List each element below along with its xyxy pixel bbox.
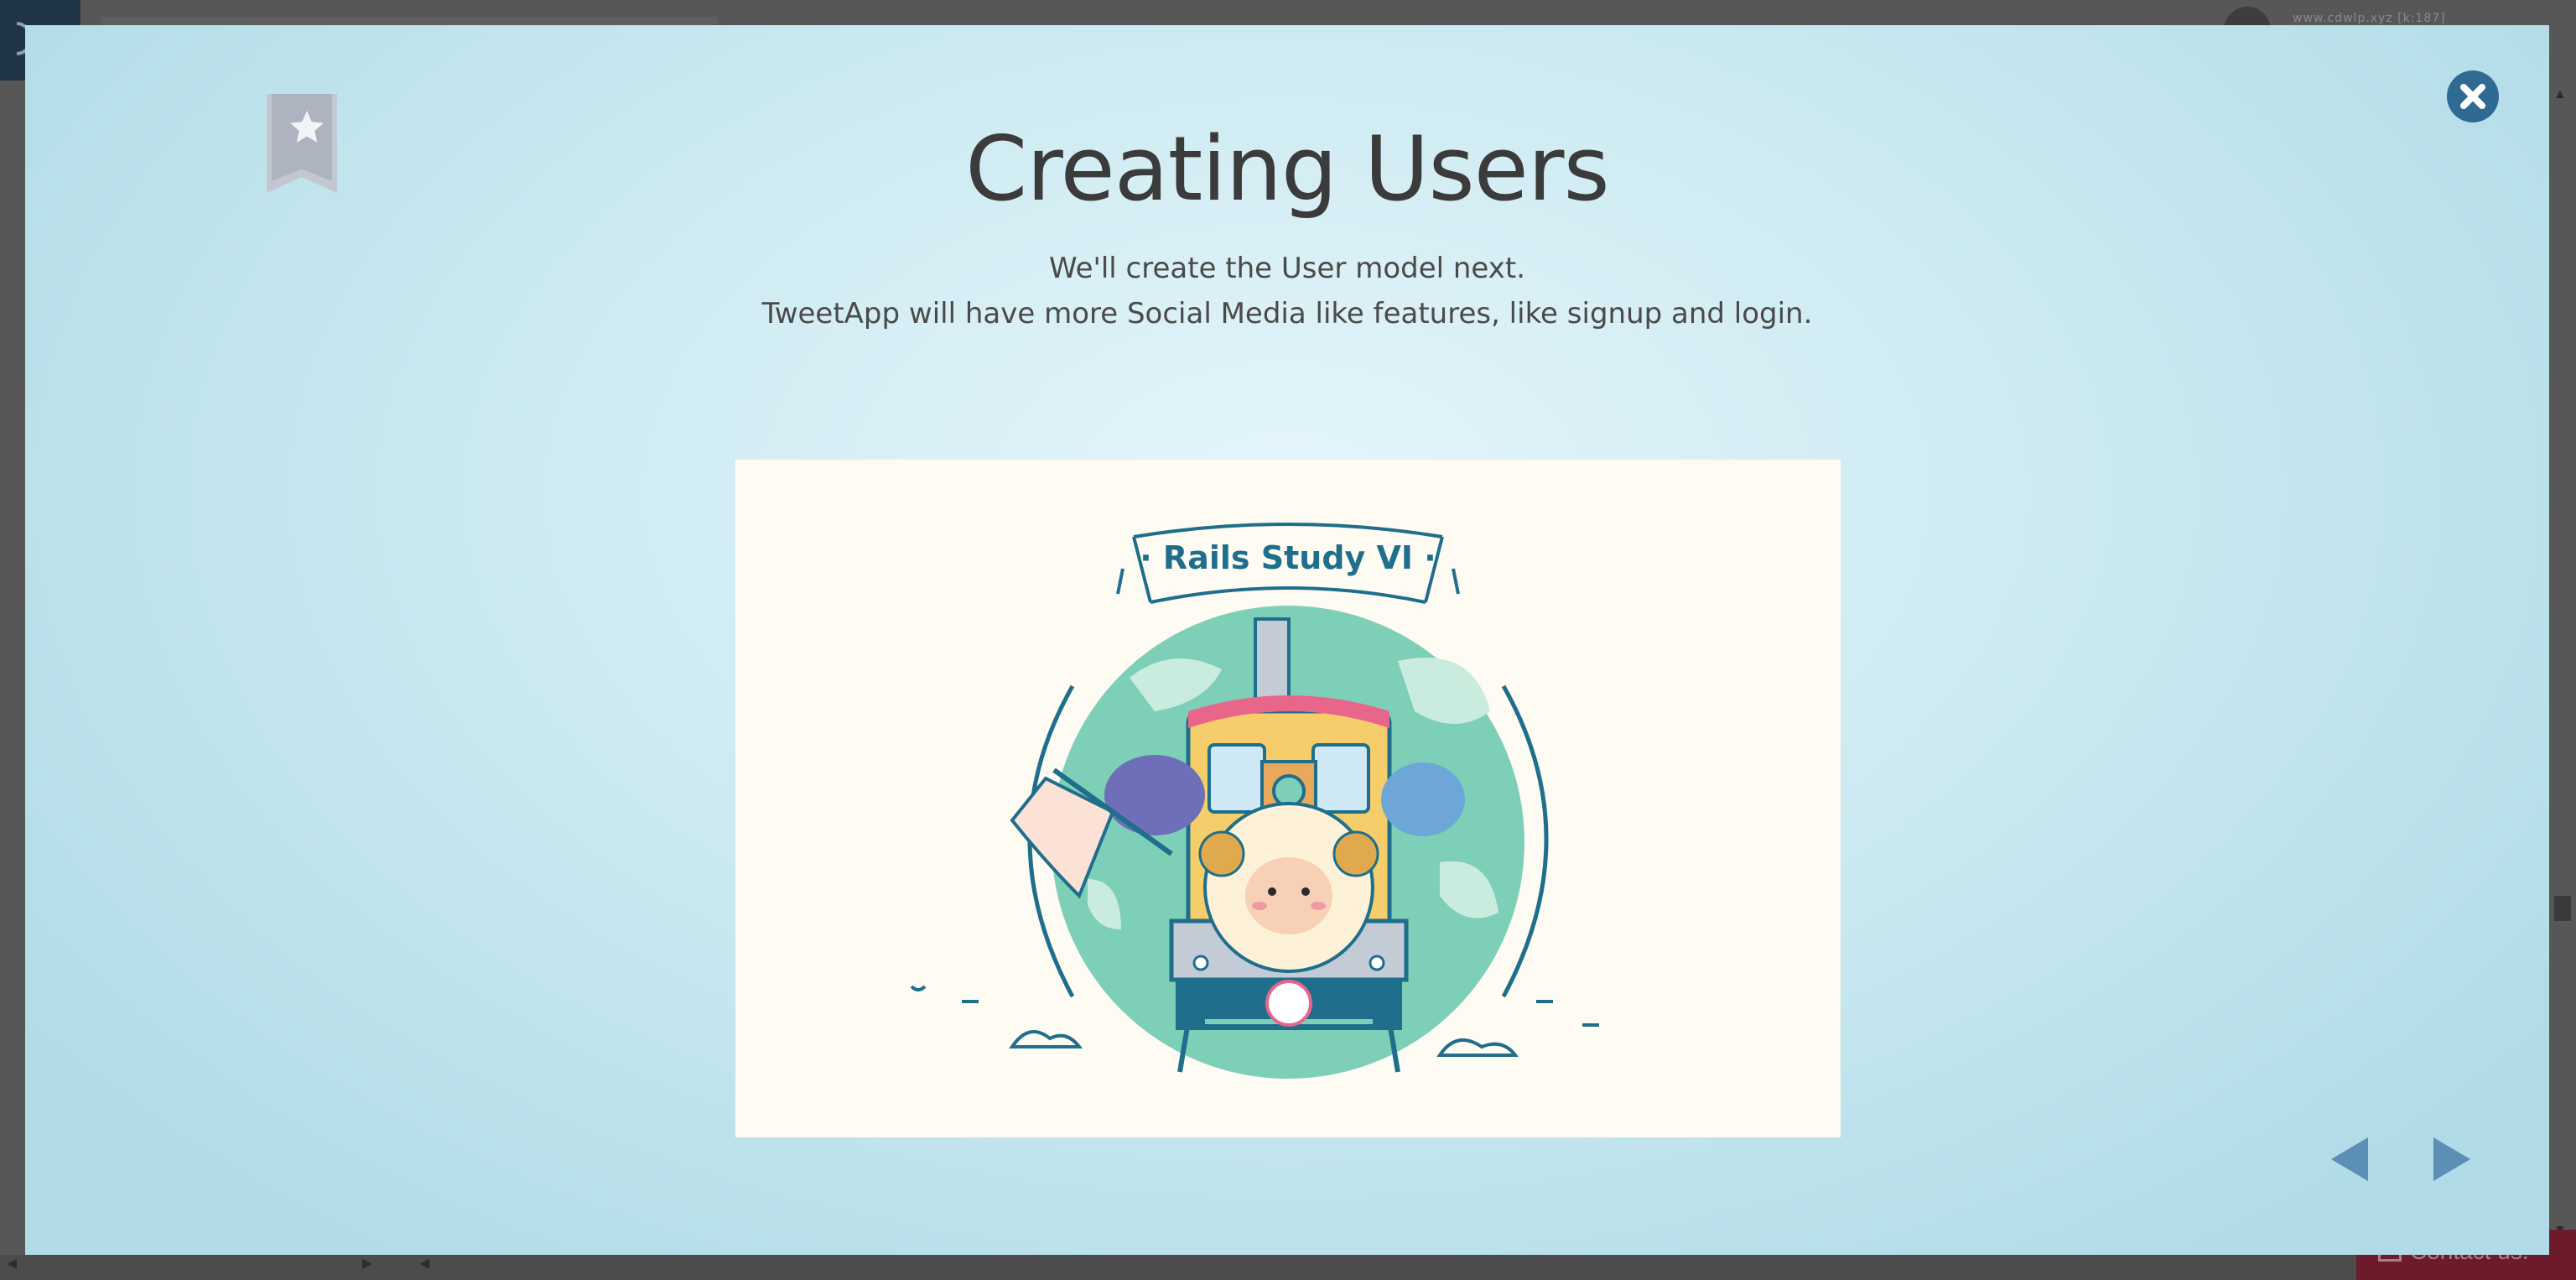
slide-modal: Creating Users We'll create the User mod… <box>25 25 2549 1255</box>
slide-subtitle-line-1: We'll create the User model next. <box>1048 252 1526 285</box>
slide-illustration: · Rails Study VI · <box>735 460 1841 1137</box>
slide-subtitle-line-2: TweetApp will have more Social Media lik… <box>761 297 1813 330</box>
slide-title: Creating Users <box>965 117 1609 221</box>
previous-slide-button[interactable] <box>2329 1136 2371 1183</box>
scroll-right-arrow-icon[interactable]: ▶ <box>362 1255 372 1272</box>
background-bottom-bar <box>0 1255 2576 1280</box>
next-slide-button[interactable] <box>2430 1136 2472 1183</box>
triangle-left-icon <box>2331 1137 2368 1181</box>
triangle-right-icon <box>2433 1137 2470 1181</box>
close-circle-icon <box>2460 84 2485 109</box>
close-button[interactable] <box>2447 70 2499 122</box>
scroll-left-arrow-icon-secondary[interactable]: ◀ <box>419 1255 429 1272</box>
scroll-left-arrow-icon[interactable]: ◀ <box>7 1255 17 1272</box>
vertical-scrollbar-thumb[interactable] <box>2554 896 2571 921</box>
background-url-text: www.cdwlp.xyz [k:187] <box>2293 12 2446 25</box>
rails-study-train-illustration: · Rails Study VI · <box>910 523 1599 1079</box>
scroll-up-arrow-icon[interactable]: ▲ <box>2553 87 2567 102</box>
banner-text: · Rails Study VI · <box>1140 539 1436 576</box>
